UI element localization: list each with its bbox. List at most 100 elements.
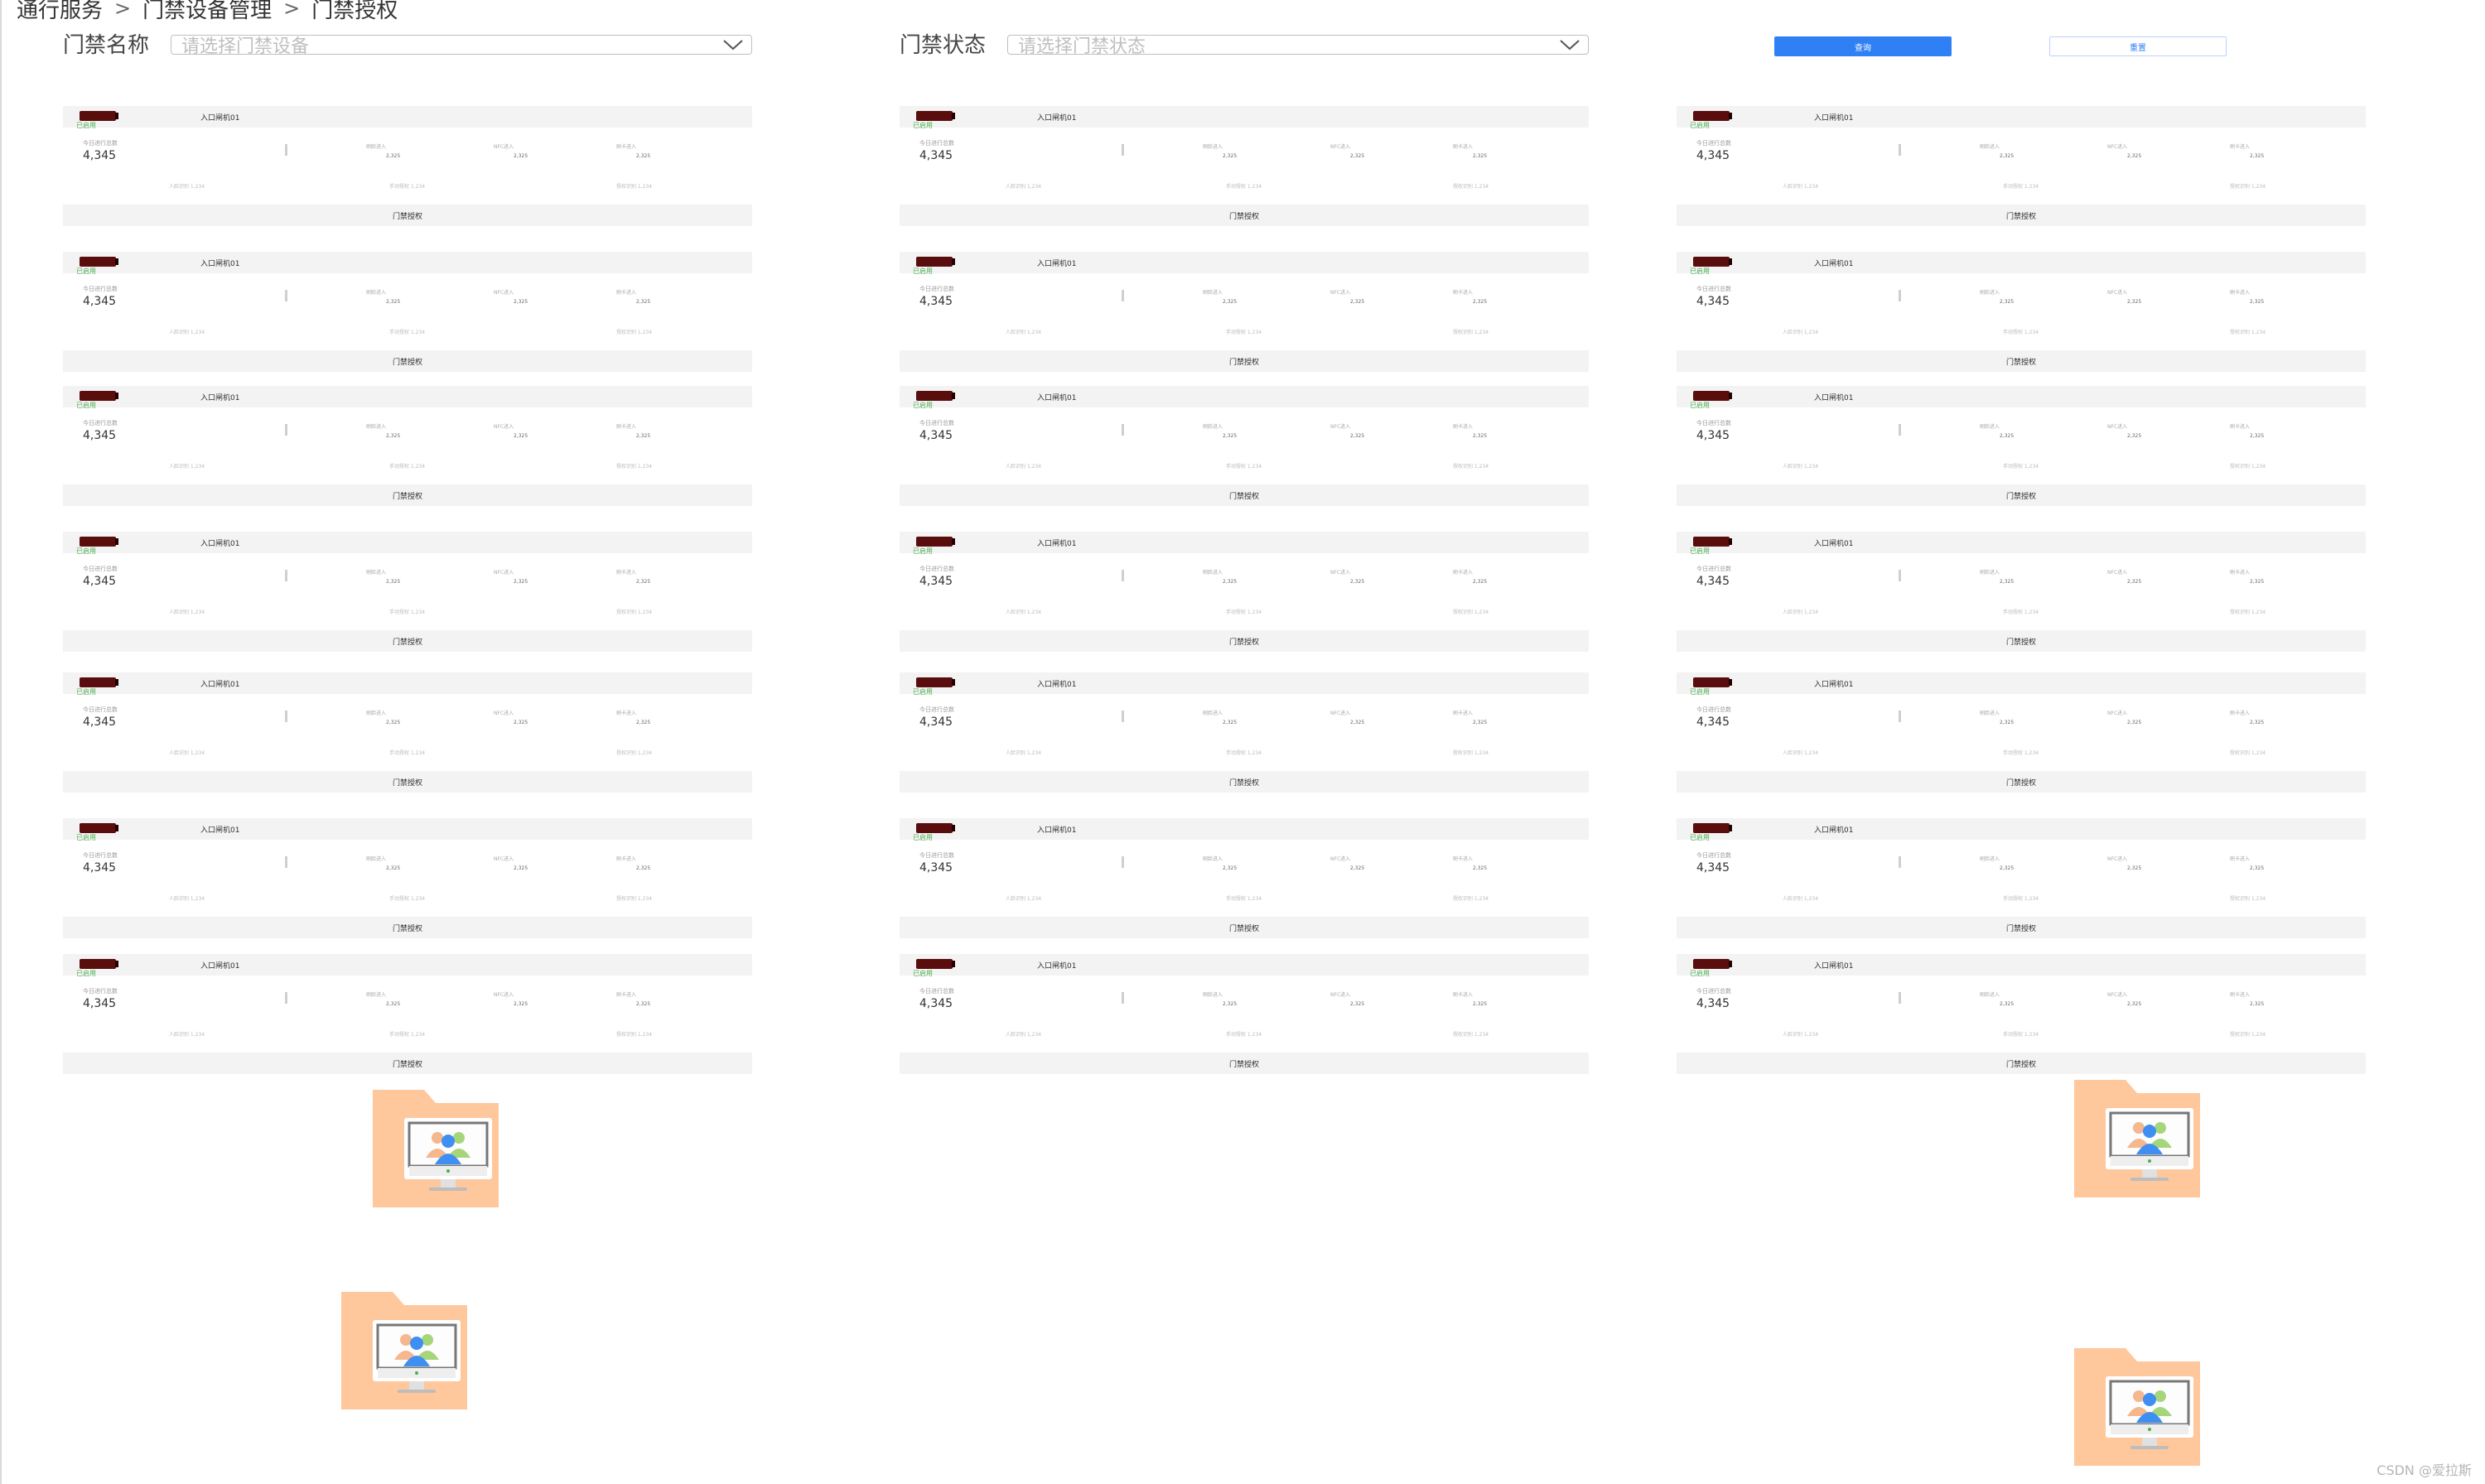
metric-value: 2,325 [1350, 433, 1365, 439]
door-authorize-button[interactable]: 门禁授权 [900, 350, 1589, 372]
metric-value: 2,325 [1223, 1001, 1238, 1007]
divider [285, 856, 287, 868]
metric-label: 刷脸进入 [1980, 290, 2000, 296]
device-name: 入口闸机01 [1037, 826, 1077, 835]
sub-metric: 人脸识别 1,234 [1006, 184, 1042, 190]
device-name: 入口闸机01 [200, 540, 240, 548]
door-authorize-button[interactable]: 门禁授权 [900, 630, 1589, 652]
today-total-value: 4,345 [83, 295, 117, 308]
sub-metric: 授权识别 1,234 [1453, 750, 1489, 756]
metric-label: 刷卡进入 [616, 424, 637, 430]
metric-value: 2,325 [1473, 1001, 1488, 1007]
metric-label: 刷脸进入 [1980, 992, 2000, 998]
card-header [1677, 672, 2366, 694]
metric-value: 2,325 [2127, 153, 2142, 159]
today-total-value: 4,345 [919, 861, 953, 874]
door-authorize-button[interactable]: 门禁授权 [900, 205, 1589, 226]
device-card: 已启用 入口闸机01 今日进行总数 4,345 刷脸进入 2,325 NFC进入 2,325 刷… [63, 818, 752, 938]
door-authorize-button[interactable]: 门禁授权 [1677, 205, 2366, 226]
device-name: 入口闸机01 [200, 260, 240, 268]
door-authorize-button[interactable]: 门禁授权 [63, 1053, 752, 1074]
sub-metric: 手动授权 1,234 [2003, 750, 2039, 756]
metric-value: 2,325 [1473, 299, 1488, 305]
today-total-value: 4,345 [919, 429, 953, 442]
metric-value: 2,325 [2000, 865, 2015, 871]
device-badge-icon [80, 959, 118, 969]
divider [1122, 290, 1124, 301]
door-authorize-button[interactable]: 门禁授权 [1677, 350, 2366, 372]
card-header [63, 252, 752, 273]
device-name: 入口闸机01 [1814, 394, 1854, 402]
metric-value: 2,325 [2000, 1001, 2015, 1007]
divider [1122, 856, 1124, 868]
device-card: 已启用 入口闸机01 今日进行总数 4,345 刷脸进入 2,325 NFC进入 2,325 刷… [900, 106, 1589, 226]
metric-label: 刷卡进入 [1453, 992, 1474, 998]
metric-label: 刷卡进入 [2230, 711, 2251, 716]
door-authorize-button[interactable]: 门禁授权 [63, 205, 752, 226]
door-authorize-button[interactable]: 门禁授权 [900, 1053, 1589, 1074]
metric-label: 刷脸进入 [366, 570, 387, 576]
today-total-value: 4,345 [919, 997, 953, 1010]
card-header [900, 106, 1589, 128]
divider [1122, 711, 1124, 722]
card-header [1677, 252, 2366, 273]
metric-label: 刷脸进入 [1203, 992, 1223, 998]
card-header [63, 106, 752, 128]
today-total-label: 今日进行总数 [919, 706, 954, 713]
today-total-label: 今日进行总数 [1696, 286, 1731, 292]
device-badge-icon [1693, 537, 1732, 547]
door-authorize-button[interactable]: 门禁授权 [1677, 1053, 2366, 1074]
metric-label: NFC进入 [2107, 992, 2128, 998]
today-total-label: 今日进行总数 [1696, 988, 1731, 995]
metric-value: 2,325 [636, 720, 651, 725]
metric-value: 2,325 [386, 579, 401, 585]
door-authorize-button[interactable]: 门禁授权 [1677, 630, 2366, 652]
door-authorize-button[interactable]: 门禁授权 [900, 484, 1589, 506]
sub-metric: 授权识别 1,234 [2230, 464, 2266, 470]
card-header [63, 532, 752, 553]
sub-metric: 授权识别 1,234 [2230, 896, 2266, 902]
door-authorize-button[interactable]: 门禁授权 [63, 350, 752, 372]
door-authorize-button[interactable]: 门禁授权 [900, 917, 1589, 938]
status-badge: 已启用 [76, 970, 96, 977]
device-card: 已启用 入口闸机01 今日进行总数 4,345 刷脸进入 2,325 NFC进入 2,325 刷… [63, 106, 752, 226]
today-total-label: 今日进行总数 [1696, 420, 1731, 426]
card-header [63, 672, 752, 694]
today-total-label: 今日进行总数 [83, 140, 118, 147]
door-authorize-button[interactable]: 门禁授权 [63, 917, 752, 938]
door-authorize-button[interactable]: 门禁授权 [1677, 917, 2366, 938]
metric-value: 2,325 [2000, 299, 2015, 305]
metric-label: NFC进入 [2107, 711, 2128, 716]
status-badge: 已启用 [1690, 688, 1710, 696]
device-card-grid: 已启用 入口闸机01 今日进行总数 4,345 刷脸进入 2,325 NFC进入 2,325 刷… [0, 0, 2485, 1484]
device-name: 入口闸机01 [200, 681, 240, 689]
sub-metric: 人脸识别 1,234 [1006, 610, 1042, 615]
door-authorize-button[interactable]: 门禁授权 [63, 630, 752, 652]
metric-value: 2,325 [386, 153, 401, 159]
metric-label: 刷脸进入 [1980, 424, 2000, 430]
device-badge-icon [80, 257, 118, 267]
door-authorize-button[interactable]: 门禁授权 [63, 771, 752, 793]
door-authorize-button[interactable]: 门禁授权 [63, 484, 752, 506]
metric-value: 2,325 [514, 579, 528, 585]
door-authorize-button[interactable]: 门禁授权 [1677, 484, 2366, 506]
metric-value: 2,325 [514, 299, 528, 305]
metric-label: 刷卡进入 [616, 711, 637, 716]
metric-label: NFC进入 [1330, 424, 1351, 430]
metric-value: 2,325 [514, 865, 528, 871]
status-badge: 已启用 [76, 267, 96, 275]
card-header [63, 954, 752, 976]
metric-label: 刷卡进入 [616, 144, 637, 150]
metric-label: 刷卡进入 [1453, 711, 1474, 716]
door-authorize-button[interactable]: 门禁授权 [1677, 771, 2366, 793]
door-authorize-button[interactable]: 门禁授权 [900, 771, 1589, 793]
device-card: 已启用 入口闸机01 今日进行总数 4,345 刷脸进入 2,325 NFC进入 2,325 刷… [900, 954, 1589, 1074]
metric-label: 刷卡进入 [1453, 570, 1474, 576]
metric-value: 2,325 [386, 433, 401, 439]
card-header [1677, 532, 2366, 553]
metric-label: NFC进入 [1330, 570, 1351, 576]
device-name: 入口闸机01 [1037, 260, 1077, 268]
metric-label: NFC进入 [494, 144, 514, 150]
divider [1899, 424, 1901, 436]
device-card: 已启用 入口闸机01 今日进行总数 4,345 刷脸进入 2,325 NFC进入 2,325 刷… [1677, 818, 2366, 938]
